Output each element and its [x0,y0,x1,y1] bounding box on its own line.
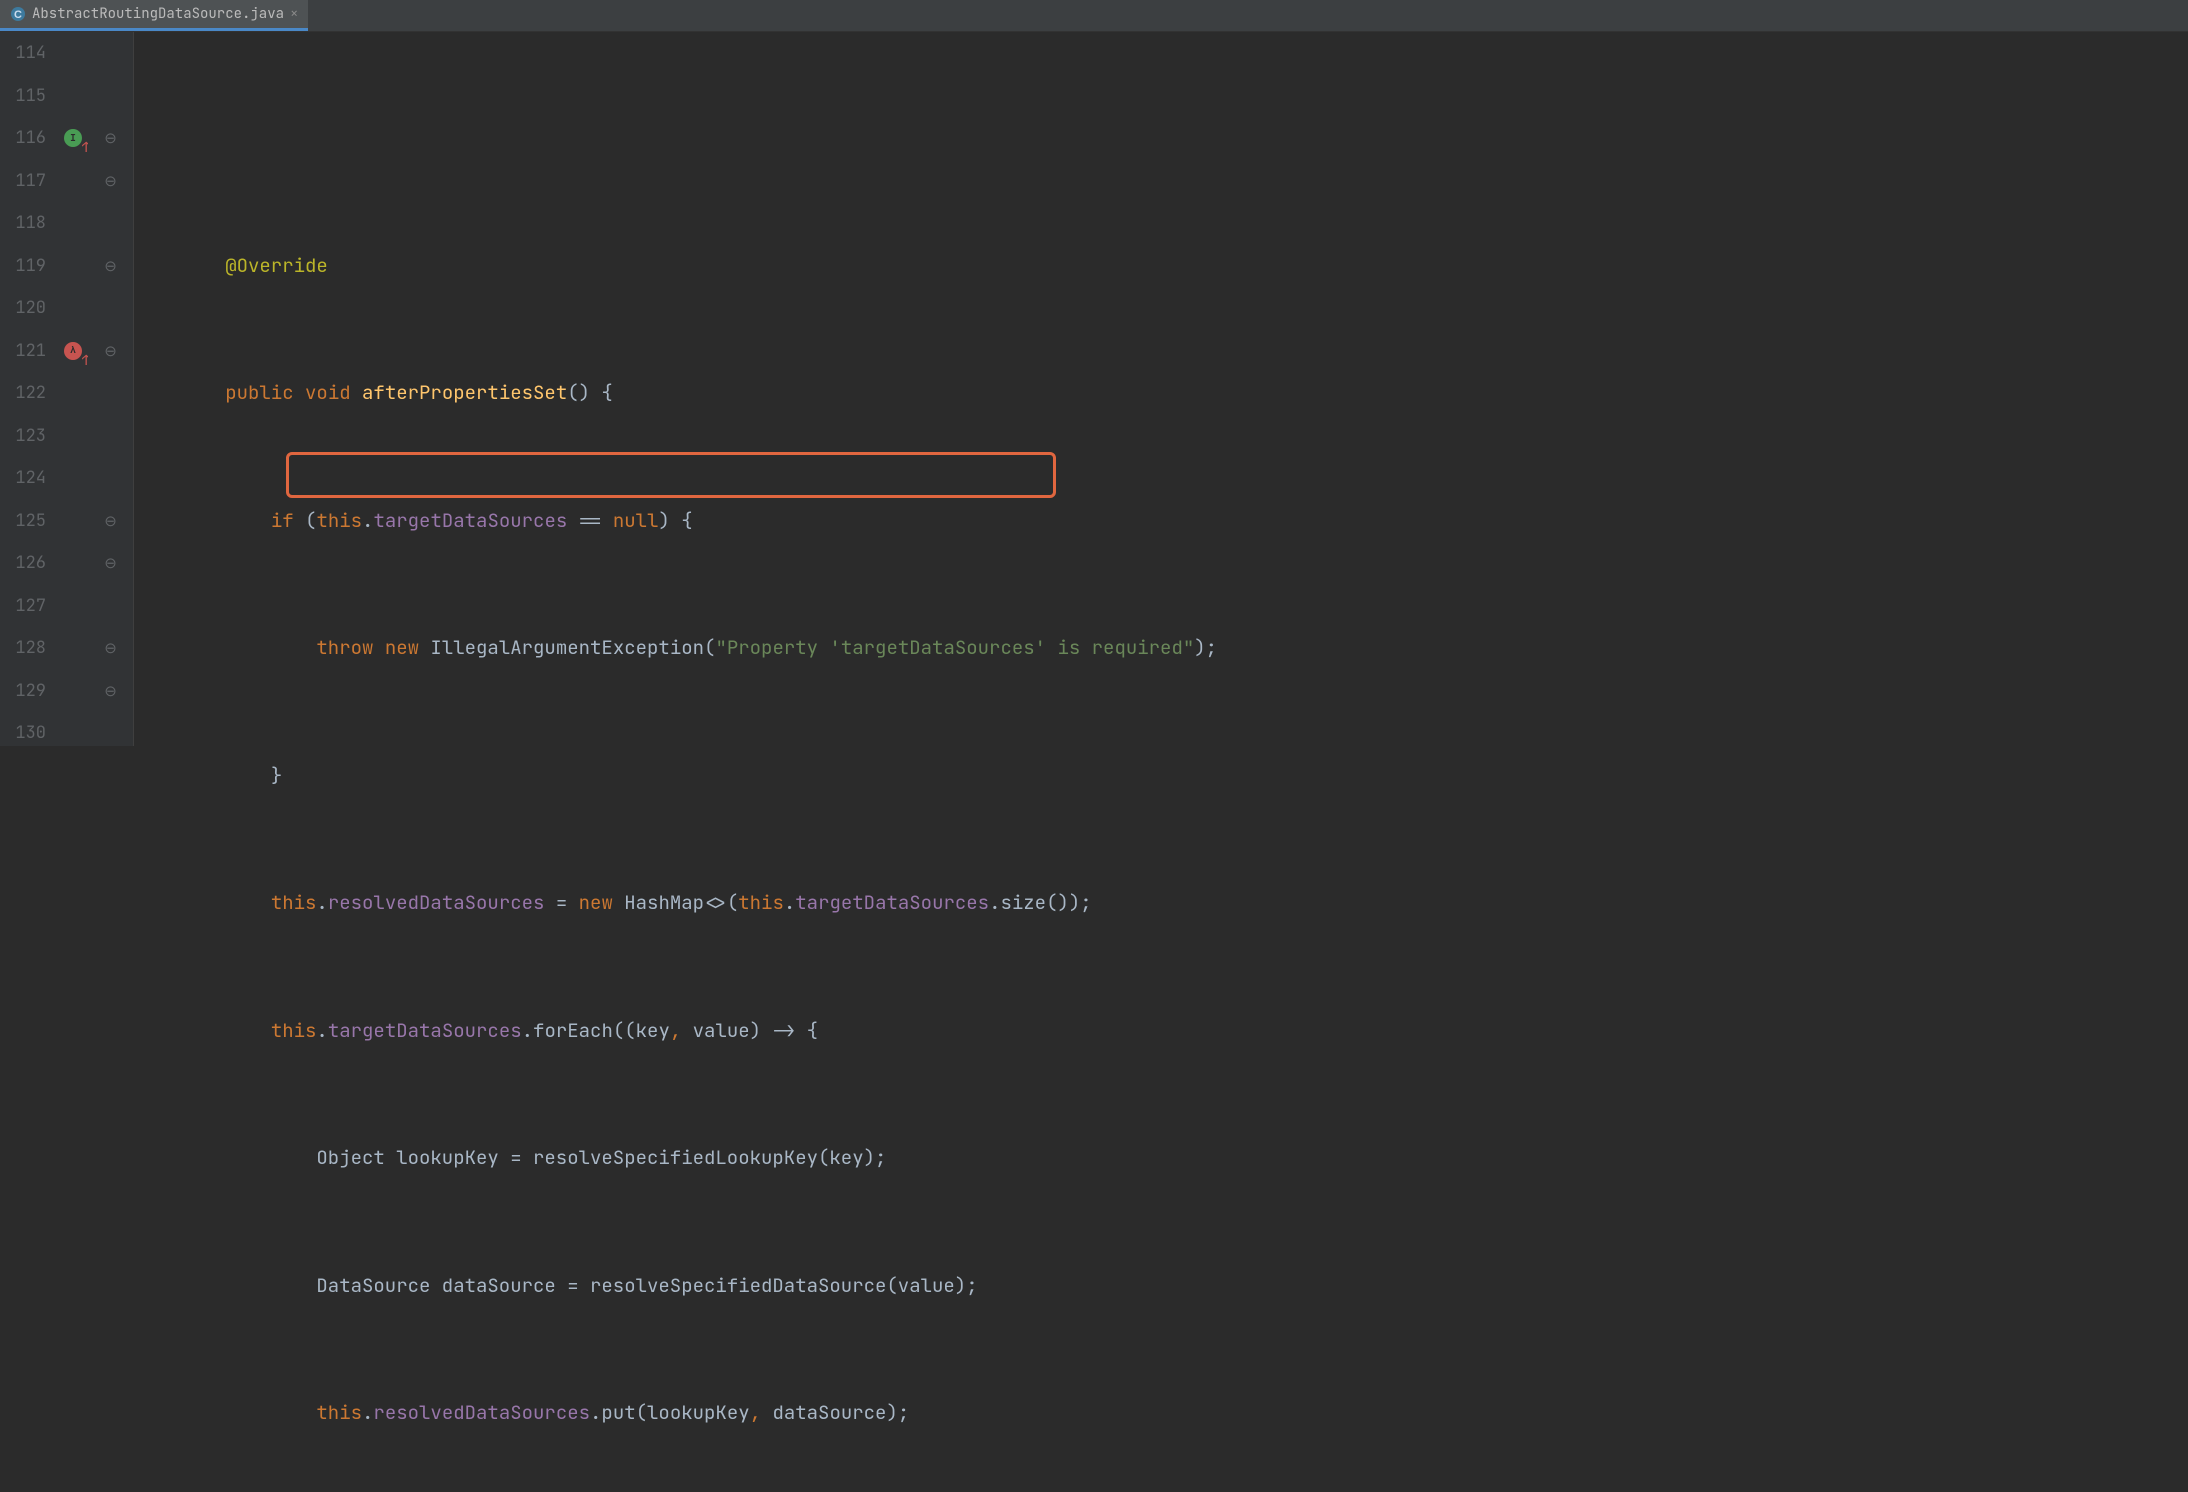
fold-toggle-icon[interactable]: ⊖ [104,511,117,531]
lambda-gutter-icon[interactable]: λ [64,342,82,360]
override-gutter-icon[interactable]: I [64,129,82,147]
code-line[interactable]: this.targetDataSources.forEach((key, val… [134,1010,2188,1053]
code-line[interactable]: this.resolvedDataSources.put(lookupKey, … [134,1392,2188,1435]
code-line[interactable]: if (this.targetDataSources == null) { [134,500,2188,543]
line-number: 128 [0,627,46,670]
code-line[interactable]: throw new IllegalArgumentException("Prop… [134,627,2188,670]
line-number: 126 [0,542,46,585]
code-line[interactable]: } [134,755,2188,798]
tab-filename: AbstractRoutingDataSource.java [32,5,284,23]
fold-toggle-icon[interactable]: ⊖ [104,341,117,361]
svg-text:C: C [14,9,22,21]
line-number: 114 [0,32,46,75]
close-icon[interactable]: × [290,5,298,23]
code-line[interactable]: Object lookupKey = resolveSpecifiedLooku… [134,1137,2188,1180]
fold-toggle-icon[interactable]: ⊖ [104,638,117,658]
line-number: 119 [0,245,46,288]
fold-toggle-icon[interactable]: ⊖ [104,681,117,701]
code-editor[interactable]: 114 115 116 117 118 119 120 121 122 123 … [0,32,2188,746]
gutter-markers: I↑ λ↑ [60,32,88,746]
line-number: 129 [0,670,46,713]
code-line[interactable]: DataSource dataSource = resolveSpecified… [134,1265,2188,1308]
fold-toggle-icon[interactable]: ⊖ [104,171,117,191]
line-number: 130 [0,712,46,755]
code-area[interactable]: @Override public void afterPropertiesSet… [134,32,2188,746]
line-number: 120 [0,287,46,330]
line-number: 125 [0,500,46,543]
code-line[interactable]: @Override [134,245,2188,288]
highlight-annotation [286,452,1056,498]
line-number: 118 [0,202,46,245]
line-number: 116 [0,117,46,160]
code-line[interactable]: this.resolvedDataSources = new HashMap<>… [134,882,2188,925]
line-number-gutter: 114 115 116 117 118 119 120 121 122 123 … [0,32,60,746]
line-number: 117 [0,160,46,203]
code-line[interactable]: public void afterPropertiesSet() { [134,372,2188,415]
fold-toggle-icon[interactable]: ⊖ [104,128,117,148]
line-number: 121 [0,330,46,373]
java-class-icon: C [10,6,26,22]
line-number: 115 [0,75,46,118]
line-number: 124 [0,457,46,500]
fold-column: ⊖ ⊖ ⊖ ⊖ ⊖ ⊖ ⊖ ⊖ [88,32,134,746]
tab-bar: C AbstractRoutingDataSource.java × [0,0,2188,32]
line-number: 123 [0,415,46,458]
editor-tab[interactable]: C AbstractRoutingDataSource.java × [0,0,308,31]
line-number: 122 [0,372,46,415]
code-line[interactable] [134,117,2188,160]
line-number: 127 [0,585,46,628]
fold-toggle-icon[interactable]: ⊖ [104,553,117,573]
fold-toggle-icon[interactable]: ⊖ [104,256,117,276]
